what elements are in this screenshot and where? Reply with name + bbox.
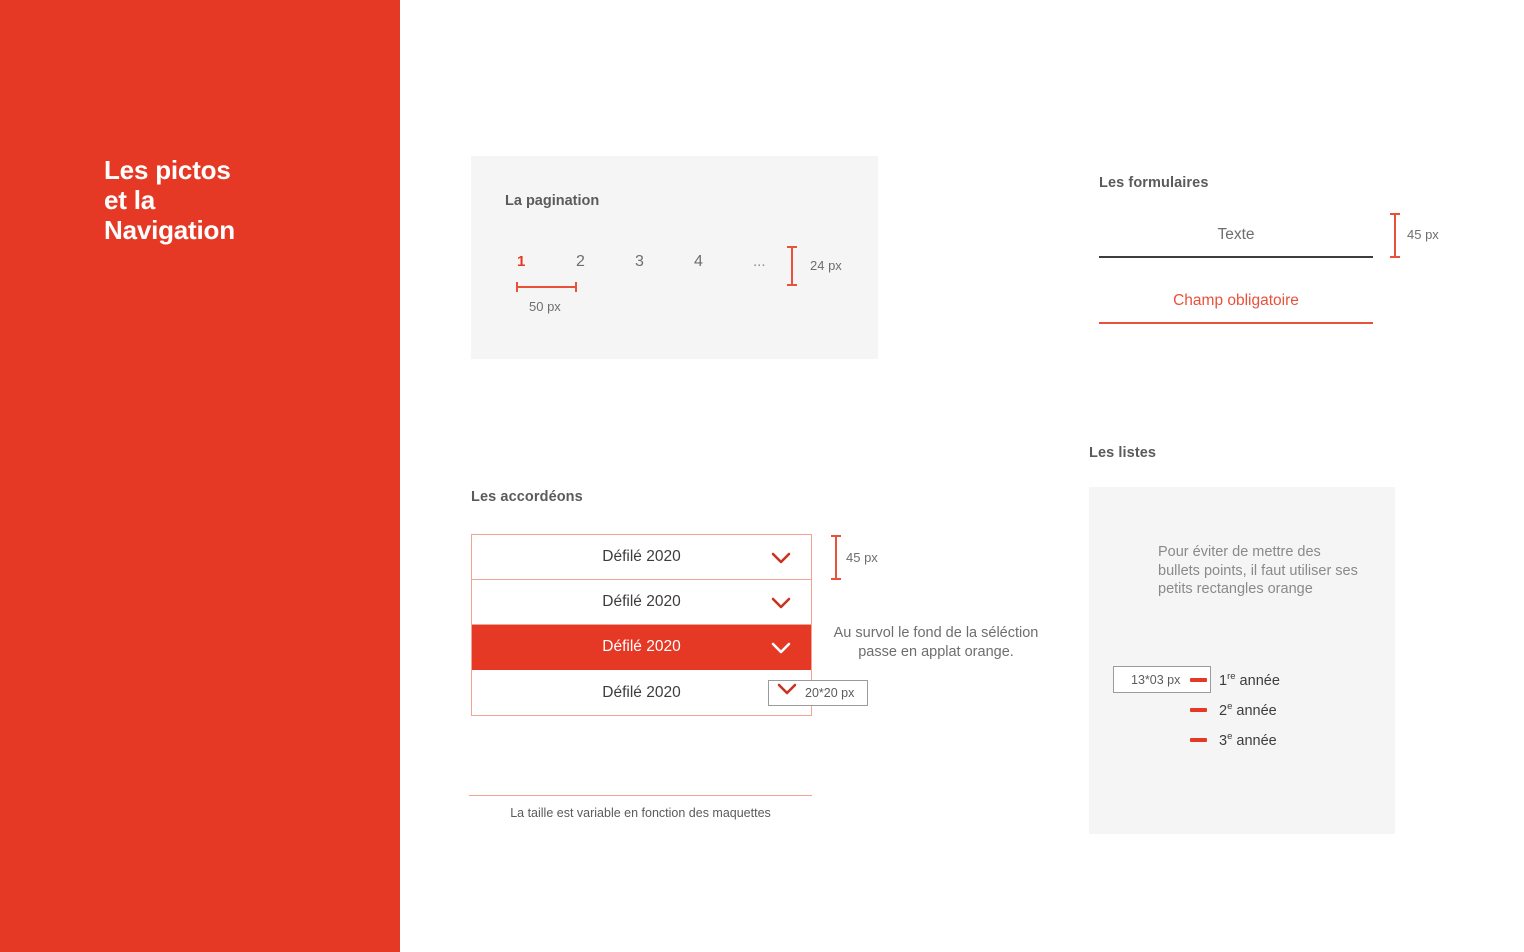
accordion-row[interactable]: Défilé 2020 — [472, 670, 811, 715]
pagination-page-1[interactable]: 1 — [517, 249, 525, 275]
list-item-label: 1re année — [1219, 671, 1280, 689]
chevron-down-icon[interactable] — [771, 642, 791, 662]
accordion-row-label: Défilé 2020 — [602, 638, 681, 655]
pagination-page-3[interactable]: 3 — [635, 249, 644, 275]
accordion-height-measure-label: 45 px — [846, 550, 878, 565]
accordion-row[interactable]: Défilé 2020 — [472, 535, 811, 580]
chevron-down-icon[interactable] — [771, 552, 791, 572]
accordions-heading: Les accordéons — [471, 489, 583, 505]
text-field[interactable]: Texte — [1099, 213, 1373, 258]
lists-heading: Les listes — [1089, 445, 1157, 461]
accordion-height-measure-bar — [831, 535, 841, 580]
accordion-row-hover[interactable]: Défilé 2020 — [472, 625, 811, 670]
accordion-row-label: Défilé 2020 — [602, 548, 681, 565]
field-height-measure-bar — [1390, 213, 1400, 258]
chevron-size-badge: 20*20 px — [768, 680, 868, 706]
required-field-label: Champ obligatoire — [1173, 292, 1299, 309]
pagination-ellipsis[interactable]: ... — [753, 249, 766, 275]
lists-panel: Pour éviter de mettre des bullets points… — [1089, 487, 1395, 834]
bullet-size-label: 13*03 px — [1131, 672, 1181, 687]
list-item-label: 3e année — [1219, 731, 1277, 749]
chevron-size-label: 20*20 px — [805, 686, 855, 700]
list-item: 13*03 px 1re année — [1089, 665, 1395, 695]
pagination-title: La pagination — [505, 193, 600, 209]
rectangle-bullet-icon — [1190, 738, 1207, 742]
page-title: Les pictos et la Navigation — [104, 155, 235, 245]
pagination-list: 1 2 3 4 ... — [505, 249, 835, 275]
pagination-height-measure-bar — [787, 246, 797, 286]
accordion-row[interactable]: Défilé 2020 — [472, 580, 811, 625]
size-note-divider — [469, 795, 812, 796]
required-field[interactable]: Champ obligatoire — [1099, 279, 1373, 324]
pagination-page-2[interactable]: 2 — [576, 249, 585, 275]
lists-note: Pour éviter de mettre des bullets points… — [1158, 544, 1358, 597]
lists-items: 13*03 px 1re année 2e année 3e année — [1089, 665, 1395, 755]
accordion-row-label: Défilé 2020 — [602, 593, 681, 610]
chevron-down-icon — [777, 683, 797, 703]
pagination-width-measure-bar — [516, 282, 577, 292]
list-item: 3e année — [1089, 725, 1395, 755]
field-height-measure-label: 45 px — [1407, 227, 1439, 242]
rectangle-bullet-icon — [1190, 708, 1207, 712]
chevron-down-icon[interactable] — [771, 597, 791, 617]
list-item-label: 2e année — [1219, 701, 1277, 719]
pagination-height-measure-label: 24 px — [810, 258, 842, 273]
rectangle-bullet-icon — [1190, 678, 1207, 682]
pagination-page-4[interactable]: 4 — [694, 249, 703, 275]
forms-heading: Les formulaires — [1099, 175, 1209, 191]
accordion-hover-note: Au survol le fond de la séléction passe … — [833, 625, 1039, 660]
accordion-group: Défilé 2020 Défilé 2020 Défilé 2020 Défi… — [471, 534, 812, 716]
accordion-size-note: La taille est variable en fonction des m… — [510, 806, 771, 820]
sidebar: Les pictos et la Navigation — [0, 0, 400, 952]
accordion-row-label: Défilé 2020 — [602, 683, 681, 701]
pagination-width-measure-label: 50 px — [529, 299, 561, 314]
list-item: 2e année — [1089, 695, 1395, 725]
text-field-label: Texte — [1217, 226, 1255, 243]
